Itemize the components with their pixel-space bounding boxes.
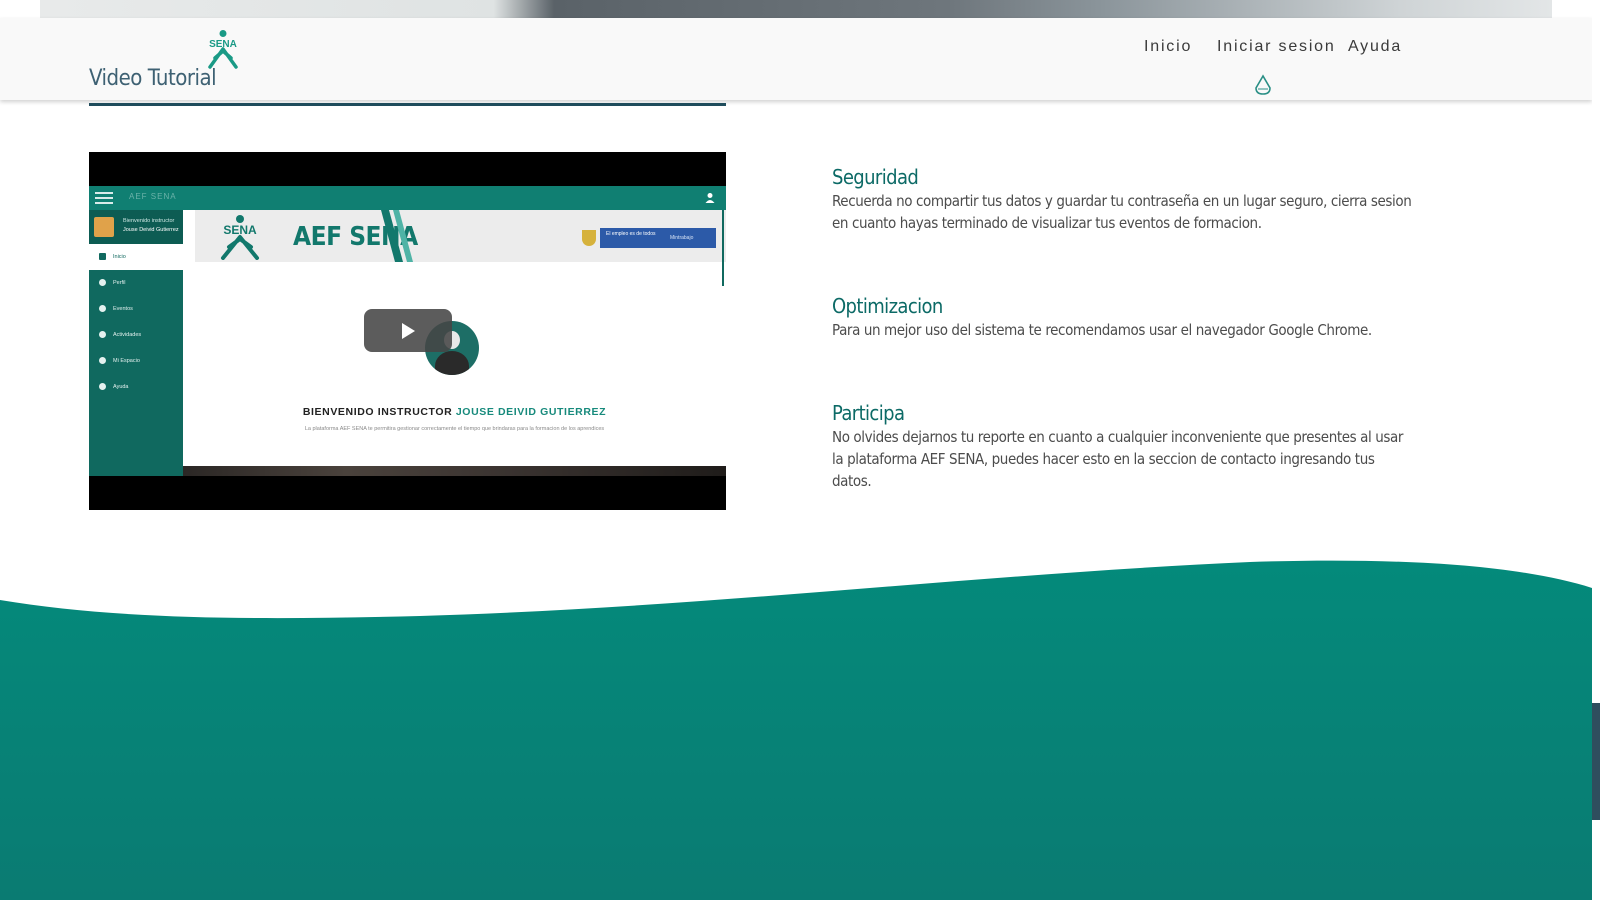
nav-link-iniciar-sesion[interactable]: Iniciar sesion — [1217, 38, 1336, 56]
play-icon — [402, 323, 415, 339]
thumb-menu-label: Perfil — [113, 280, 126, 286]
tip-seguridad: Seguridad Recuerda no compartir tus dato… — [832, 165, 1412, 234]
svg-text:SENA: SENA — [223, 223, 257, 237]
hero-image-strip — [40, 0, 1552, 18]
nav-link-inicio[interactable]: Inicio — [1144, 38, 1192, 56]
thumb-profile: Bienvenido instructor Jouse Deivid Gutie… — [89, 210, 183, 244]
top-navbar: SENA Video Tutorial Inicio Iniciar sesio… — [0, 18, 1592, 100]
tip-text: Recuerda no compartir tus datos y guarda… — [832, 192, 1412, 232]
thumb-app-name: AEF SENA — [129, 192, 177, 201]
tip-title: Seguridad — [832, 165, 919, 189]
scrollbar-handle[interactable] — [1592, 703, 1600, 820]
page-title: Video Tutorial — [89, 66, 217, 91]
menu-icon — [95, 192, 113, 204]
thumb-menu: Inicio Perfil Eventos Actividades Mi Esp… — [89, 244, 183, 400]
tip-title: Participa — [832, 401, 905, 425]
tip-optimizacion: Optimizacion Para un mejor uso del siste… — [832, 294, 1412, 341]
tutorial-video-player[interactable]: AEF SENA Bienvenido instructor Jouse Dei… — [89, 152, 726, 510]
drop-icon — [1254, 74, 1272, 96]
thumb-menu-label: Actividades — [113, 332, 142, 338]
thumb-user-name: Jouse Deivid Gutierrez — [123, 227, 179, 233]
gov-text: El empleo es de todos — [606, 231, 656, 237]
thumb-welcome-small: Bienvenido instructor — [123, 218, 175, 224]
thumb-photo — [183, 466, 726, 476]
thumb-welcome-title: BIENVENIDO INSTRUCTOR — [302, 406, 453, 418]
thumb-menu-item: Eventos — [89, 296, 183, 322]
thumb-menu-item: Perfil — [89, 270, 183, 296]
banner-stripes — [381, 210, 413, 262]
play-button[interactable] — [364, 309, 452, 352]
thumb-menu-label: Mi Espacio — [113, 358, 140, 364]
user-icon — [704, 191, 716, 203]
colombia-shield-icon — [582, 230, 596, 246]
tip-title: Optimizacion — [832, 294, 943, 318]
thumb-banner: SENA AEF SENA El empleo es de todos Mint… — [195, 210, 726, 262]
tip-participa: Participa No olvides dejarnos tu reporte… — [832, 401, 1412, 492]
thumb-welcome-name: JOUSE DEIVID GUTIERREZ — [455, 406, 607, 418]
thumb-description: La plataforma AEF SENA te permitira gest… — [304, 426, 605, 432]
thumb-accent-line — [722, 210, 724, 286]
tip-text: Para un mejor uso del sistema te recomen… — [832, 321, 1372, 339]
thumb-sidebar: Bienvenido instructor Jouse Deivid Gutie… — [89, 210, 183, 476]
title-underline — [89, 103, 726, 106]
sena-logo[interactable]: SENA — [202, 29, 244, 69]
thumb-menu-item: Ayuda — [89, 374, 183, 400]
footer-wave — [0, 560, 1592, 900]
gov-ministry: Mintrabajo — [670, 235, 694, 241]
thumb-avatar — [94, 217, 114, 237]
thumb-menu-item: Actividades — [89, 322, 183, 348]
thumb-main: SENA AEF SENA El empleo es de todos Mint… — [183, 210, 726, 476]
thumb-menu-item: Mi Espacio — [89, 348, 183, 374]
gov-badge: El empleo es de todos Mintrabajo — [582, 228, 716, 248]
thumb-welcome: BIENVENIDO INSTRUCTOR JOUSE DEIVID GUTIE… — [183, 406, 726, 418]
nav-link-ayuda[interactable]: Ayuda — [1348, 38, 1402, 56]
thumb-menu-label: Inicio — [113, 254, 126, 260]
thumb-menu-label: Eventos — [113, 306, 133, 312]
thumb-menu-label: Ayuda — [113, 384, 129, 390]
thumb-menu-item: Inicio — [89, 244, 183, 270]
thumb-sena-logo: SENA — [213, 214, 267, 260]
thumb-topbar: AEF SENA — [89, 186, 726, 210]
tip-text: No olvides dejarnos tu reporte en cuanto… — [832, 428, 1404, 490]
